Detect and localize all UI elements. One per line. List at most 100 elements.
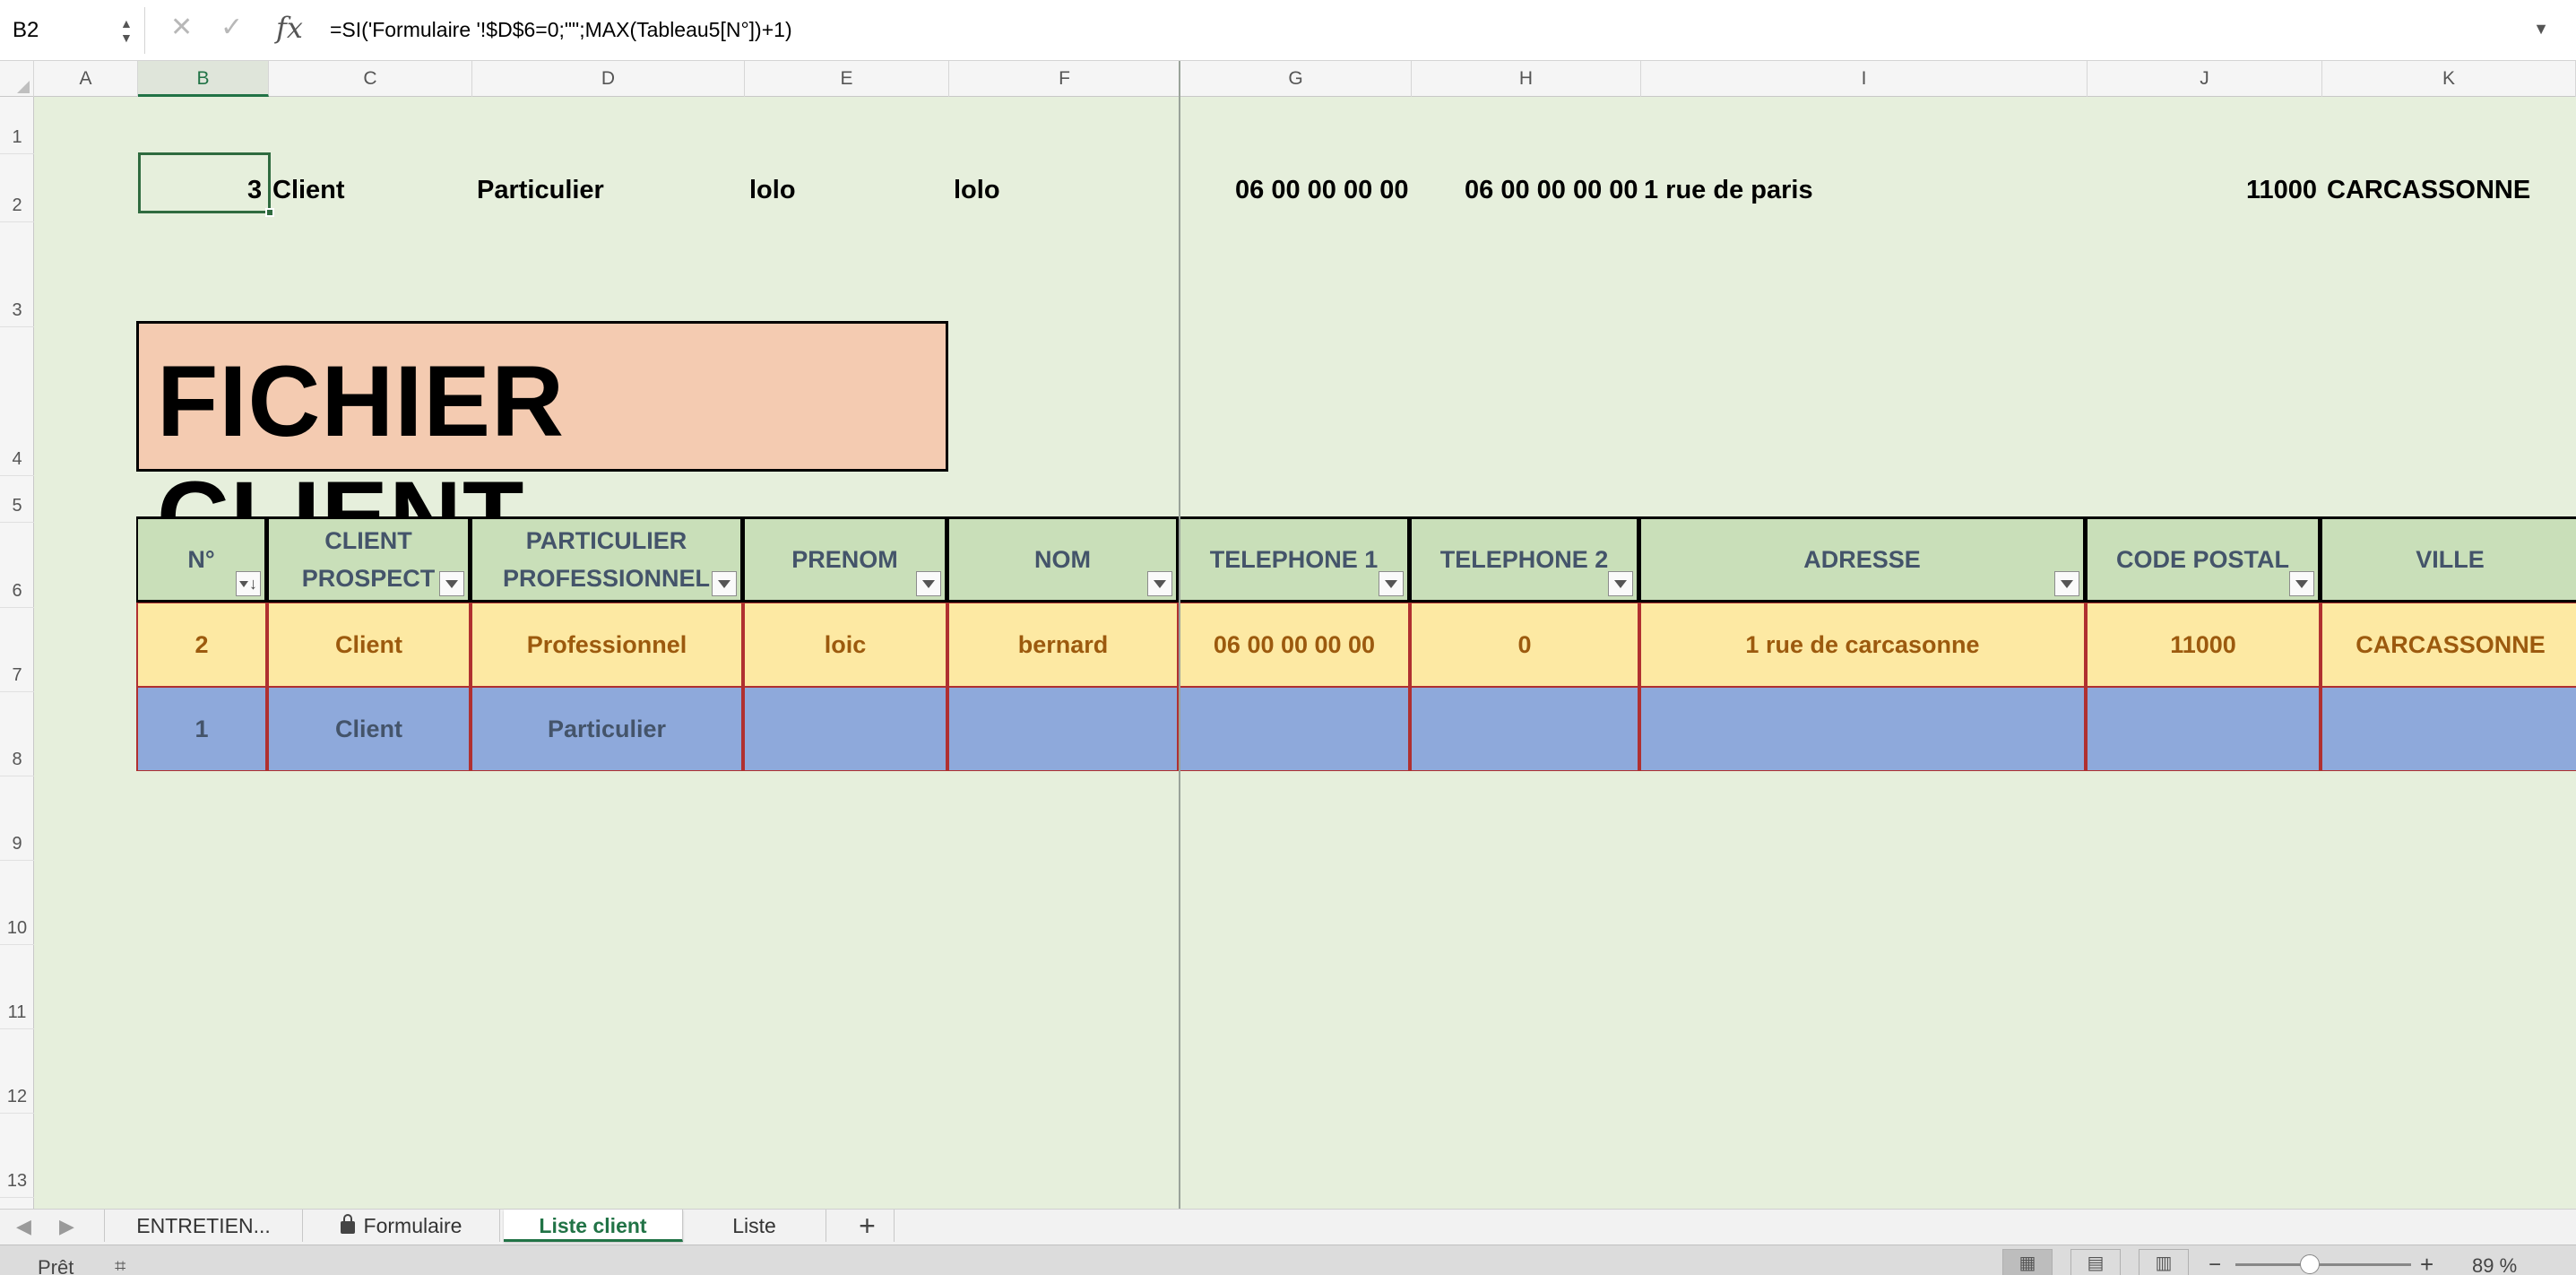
cell-f2[interactable]: lolo: [954, 176, 1000, 205]
column-header-i[interactable]: I: [1641, 61, 2088, 97]
column-header-h[interactable]: H: [1412, 61, 1641, 97]
row-header-4[interactable]: 4: [0, 327, 34, 476]
cell-j2[interactable]: 11000: [2246, 176, 2317, 205]
filter-dropdown-button[interactable]: [916, 571, 941, 596]
header-adresse[interactable]: ADRESSE: [1639, 516, 2086, 603]
selected-cell-b2[interactable]: [138, 152, 274, 217]
zoom-slider[interactable]: [2235, 1263, 2411, 1266]
row-header-6[interactable]: 6: [0, 523, 34, 608]
column-header-a[interactable]: A: [34, 61, 138, 97]
table-cell[interactable]: 0: [1410, 603, 1639, 687]
select-all-corner[interactable]: [0, 61, 34, 97]
table-cell[interactable]: 11000: [2086, 603, 2321, 687]
row-header-8[interactable]: 8: [0, 692, 34, 776]
filter-dropdown-button[interactable]: [1379, 571, 1404, 596]
header-numero[interactable]: N° ↓: [136, 516, 267, 603]
filter-dropdown-button[interactable]: [1608, 571, 1633, 596]
header-telephone-1[interactable]: TELEPHONE 1: [1179, 516, 1410, 603]
column-header-f[interactable]: F: [949, 61, 1180, 97]
table-cell[interactable]: bernard: [947, 603, 1179, 687]
column-header-k[interactable]: K: [2322, 61, 2576, 97]
header-telephone-2[interactable]: TELEPHONE 2: [1410, 516, 1639, 603]
macro-recorder-icon[interactable]: ⌗: [115, 1254, 125, 1275]
row-header-11[interactable]: 11: [0, 945, 34, 1029]
table-cell[interactable]: 1: [136, 687, 267, 771]
tab-entretien[interactable]: ENTRETIEN...: [104, 1210, 303, 1242]
zoom-in-button[interactable]: +: [2420, 1251, 2433, 1275]
next-sheet-icon[interactable]: ▶: [59, 1215, 74, 1238]
name-box-stepper-icon[interactable]: ▲ ▼: [120, 16, 133, 45]
tab-liste[interactable]: Liste: [683, 1210, 826, 1242]
filter-dropdown-button[interactable]: [2054, 571, 2079, 596]
table-cell[interactable]: [1410, 687, 1639, 771]
row-header-13[interactable]: 13: [0, 1114, 34, 1198]
cancel-icon[interactable]: ✕: [170, 14, 193, 41]
sheet-grid[interactable]: 3 Client Particulier lolo lolo 06 00 00 …: [34, 97, 2576, 1209]
confirm-icon[interactable]: ✓: [220, 14, 243, 41]
table-cell[interactable]: [1639, 687, 2086, 771]
normal-view-icon[interactable]: ▦: [2002, 1249, 2053, 1275]
row-header-9[interactable]: 9: [0, 776, 34, 861]
cell-c2[interactable]: Client: [272, 176, 345, 205]
cell-e2[interactable]: lolo: [749, 176, 796, 205]
cell-h2[interactable]: 06 00 00 00 00: [1465, 176, 1638, 205]
cell-g2[interactable]: 06 00 00 00 00: [1235, 176, 1409, 205]
header-client-prospect[interactable]: CLIENT PROSPECT: [267, 516, 471, 603]
row-header-12[interactable]: 12: [0, 1029, 34, 1114]
filter-dropdown-button[interactable]: [712, 571, 737, 596]
cell-d2[interactable]: Particulier: [477, 176, 604, 205]
tab-formulaire[interactable]: Formulaire: [303, 1210, 500, 1242]
cell-i2[interactable]: 1 rue de paris: [1644, 176, 1813, 205]
column-header-e[interactable]: E: [745, 61, 949, 97]
filter-dropdown-button[interactable]: [439, 571, 464, 596]
table-cell[interactable]: 1 rue de carcasonne: [1639, 603, 2086, 687]
table-cell[interactable]: Client: [267, 687, 471, 771]
add-sheet-button[interactable]: +: [841, 1210, 895, 1242]
column-header-d[interactable]: D: [472, 61, 745, 97]
fill-handle[interactable]: [265, 208, 274, 217]
header-nom[interactable]: NOM: [947, 516, 1179, 603]
page-layout-view-icon[interactable]: ▤: [2070, 1249, 2121, 1275]
title-box[interactable]: FICHIER CLIENT: [136, 321, 948, 573]
table-cell[interactable]: CARCASSONNE: [2321, 603, 2576, 687]
zoom-level[interactable]: 89 %: [2472, 1254, 2517, 1275]
formula-expand-icon[interactable]: ▼: [2533, 20, 2549, 39]
table-cell[interactable]: Particulier: [471, 687, 743, 771]
header-prenom[interactable]: PRENOM: [743, 516, 947, 603]
table-cell[interactable]: [743, 687, 947, 771]
page-break-view-icon[interactable]: ▥: [2139, 1249, 2189, 1275]
name-box-value[interactable]: B2: [13, 18, 39, 43]
column-header-b[interactable]: B: [138, 61, 269, 97]
cell-k2[interactable]: CARCASSONNE: [2327, 176, 2530, 205]
column-header-j[interactable]: J: [2088, 61, 2322, 97]
header-code-postal[interactable]: CODE POSTAL: [2086, 516, 2321, 603]
column-header-g[interactable]: G: [1180, 61, 1412, 97]
row-header-10[interactable]: 10: [0, 861, 34, 945]
sort-filter-button[interactable]: ↓: [236, 571, 261, 596]
row-header-1[interactable]: 1: [0, 97, 34, 154]
filter-dropdown-button[interactable]: [2289, 571, 2314, 596]
row-header-7[interactable]: 7: [0, 608, 34, 692]
filter-dropdown-button[interactable]: [1147, 571, 1172, 596]
name-box[interactable]: B2 ▲ ▼: [0, 7, 145, 54]
tab-liste-client[interactable]: Liste client: [504, 1210, 683, 1242]
insert-function-icon[interactable]: fx: [276, 11, 303, 45]
table-cell[interactable]: [2086, 687, 2321, 771]
column-header-c[interactable]: C: [269, 61, 472, 97]
table-cell[interactable]: loic: [743, 603, 947, 687]
table-cell[interactable]: Client: [267, 603, 471, 687]
header-ville[interactable]: VILLE: [2321, 516, 2576, 603]
header-particulier-professionnel[interactable]: PARTICULIER PROFESSIONNEL: [471, 516, 743, 603]
formula-input[interactable]: =SI('Formulaire '!$D$6=0;"";MAX(Tableau5…: [330, 18, 792, 42]
table-cell[interactable]: [947, 687, 1179, 771]
zoom-out-button[interactable]: −: [2209, 1253, 2221, 1275]
prev-sheet-icon[interactable]: ◀: [16, 1215, 31, 1238]
row-header-5[interactable]: 5: [0, 476, 34, 523]
zoom-slider-thumb[interactable]: [2300, 1254, 2320, 1274]
freeze-pane-divider[interactable]: [1179, 61, 1180, 1209]
table-cell[interactable]: Professionnel: [471, 603, 743, 687]
row-header-3[interactable]: 3: [0, 222, 34, 327]
row-header-2[interactable]: 2: [0, 154, 34, 222]
table-cell[interactable]: [2321, 687, 2576, 771]
table-cell[interactable]: [1179, 687, 1410, 771]
